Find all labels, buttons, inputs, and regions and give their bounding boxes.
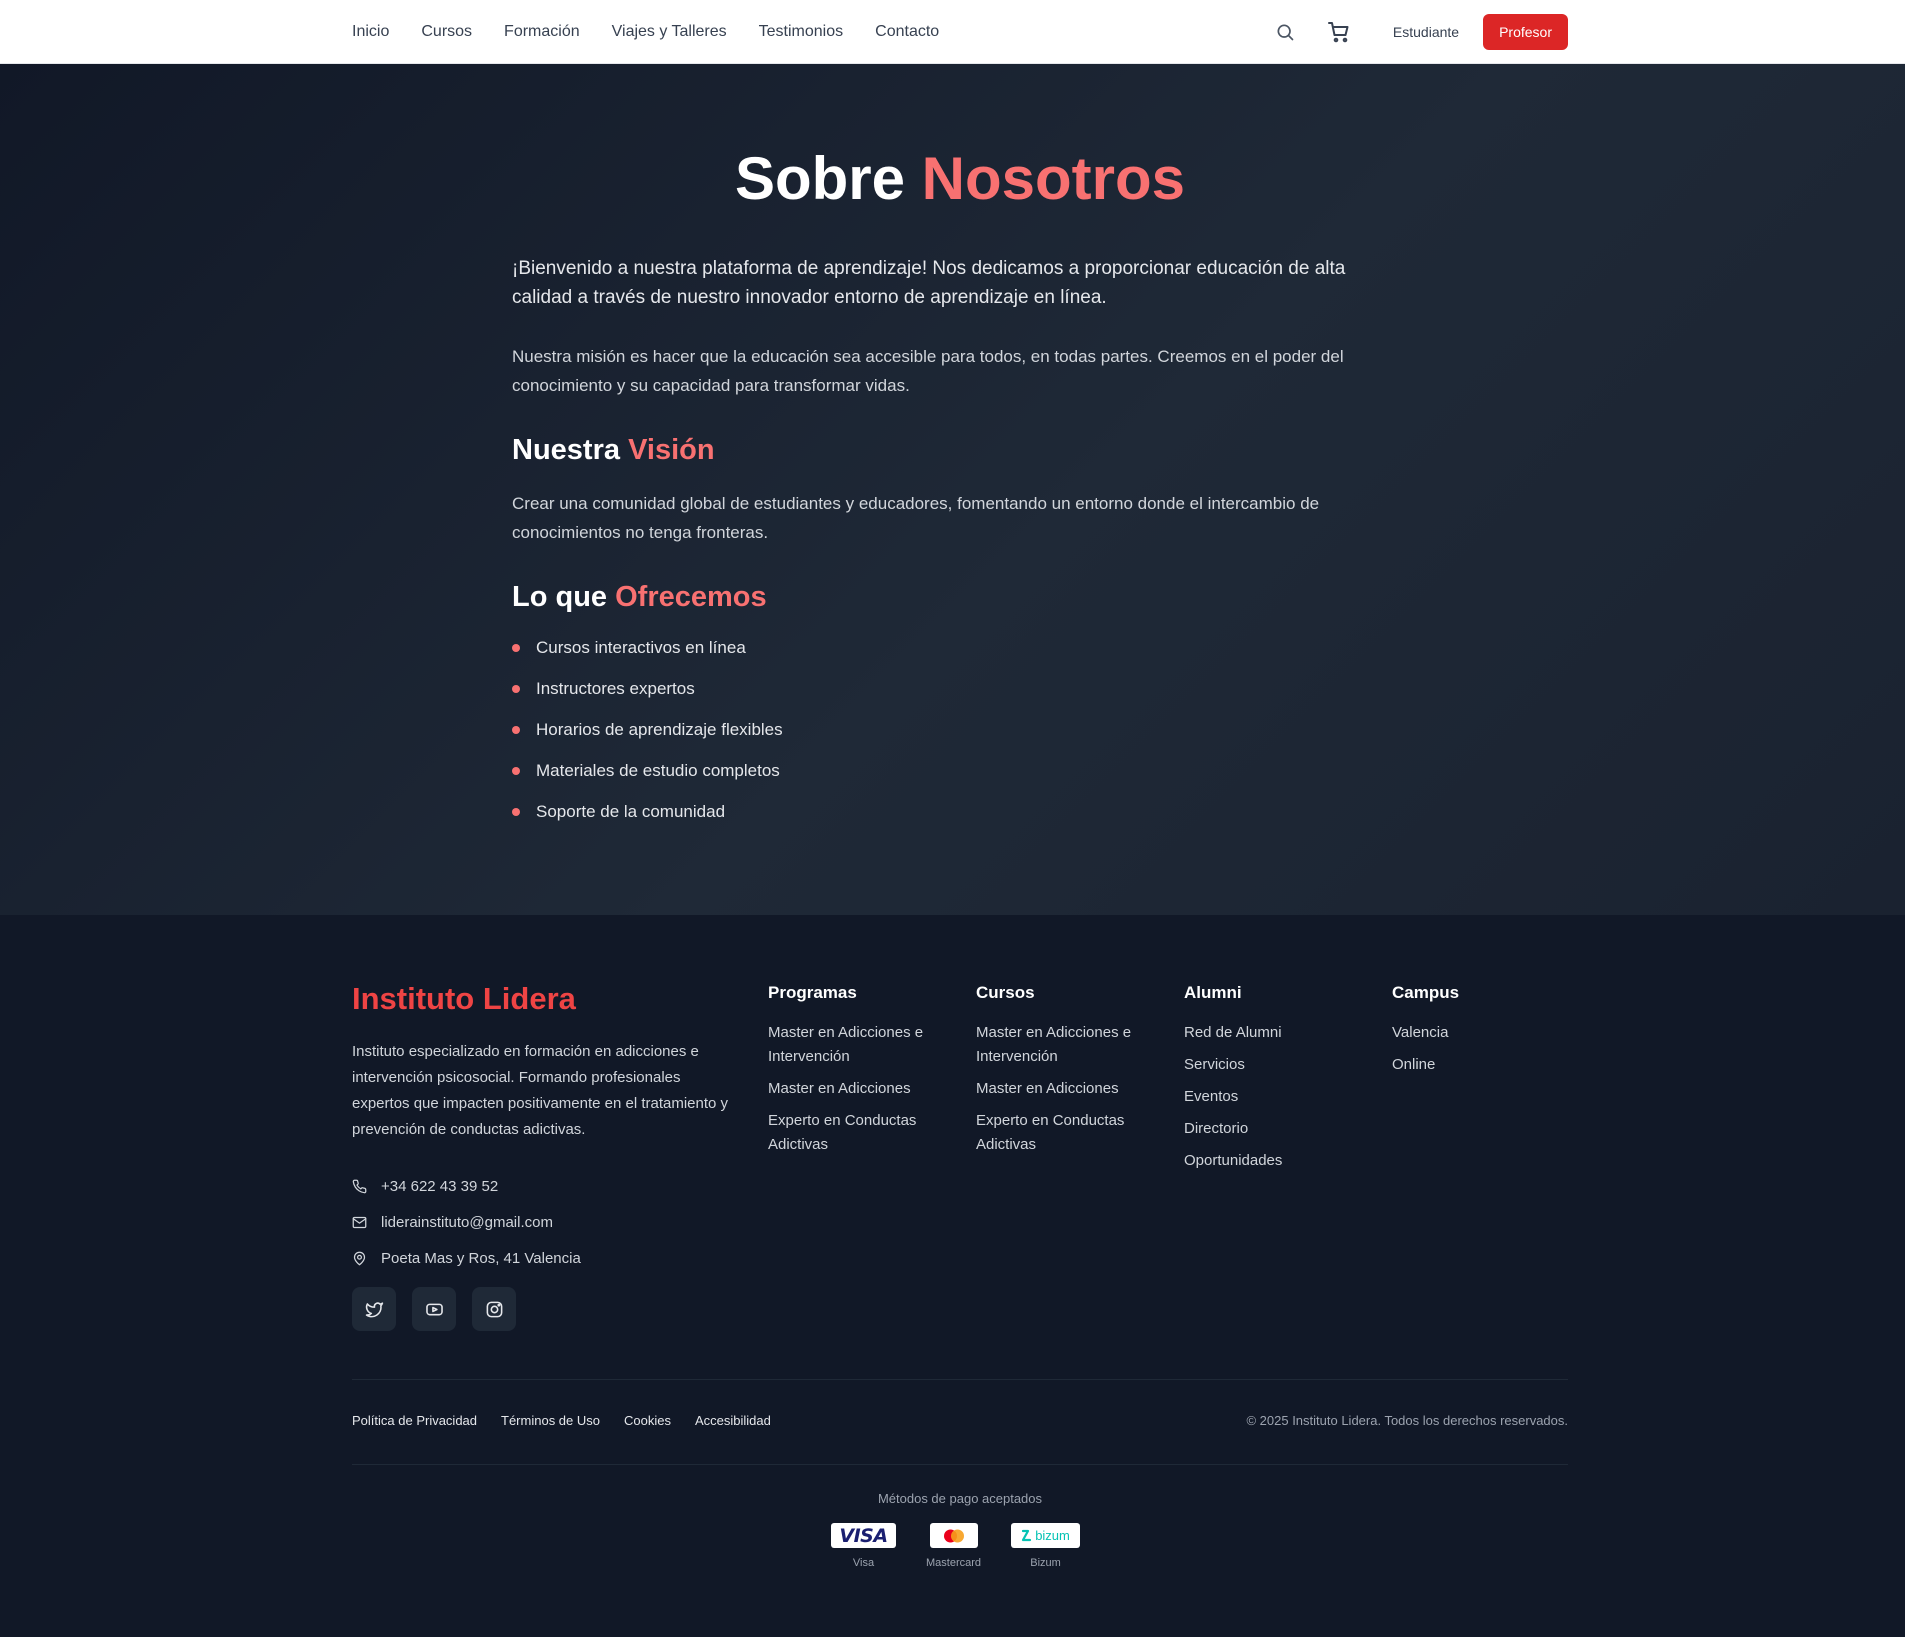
footer-link[interactable]: Master en Adicciones e Intervención	[976, 1021, 1156, 1069]
list-item: Soporte de la comunidad	[512, 800, 1392, 841]
twitter-icon[interactable]	[352, 1287, 396, 1331]
bizum-logo-icon: bizum	[1011, 1523, 1081, 1548]
contact-phone[interactable]: +34 622 43 39 52	[352, 1168, 581, 1204]
footer-divider	[352, 1379, 1568, 1380]
nav-viajes-talleres[interactable]: Viajes y Talleres	[612, 23, 727, 41]
payments-title: Métodos de pago aceptados	[877, 1491, 1043, 1506]
phone-icon	[352, 1179, 367, 1193]
accessibility-link[interactable]: Accesibilidad	[695, 1413, 771, 1428]
nav-formacion[interactable]: Formación	[504, 23, 580, 41]
about-content: ¡Bienvenido a nuestra plataforma de apre…	[512, 254, 1392, 841]
phone-text: +34 622 43 39 52	[381, 1177, 499, 1195]
mail-icon	[352, 1216, 367, 1228]
page-title: Sobre Nosotros	[0, 144, 1905, 213]
nav-cursos[interactable]: Cursos	[421, 23, 472, 41]
list-item: Horarios de aprendizaje flexibles	[512, 718, 1392, 759]
page-title-part2: Nosotros	[921, 145, 1186, 212]
footer-col-programas: Programas Master en Adicciones e Interve…	[768, 983, 948, 1165]
footer-description: Instituto especializado en formación en …	[352, 1043, 729, 1138]
contact-address: Poeta Mas y Ros, 41 Valencia	[352, 1240, 581, 1276]
payment-label: Visa	[852, 1557, 875, 1569]
footer-col-title: Programas	[768, 983, 857, 1002]
footer-col-alumni: Alumni Red de Alumni Servicios Eventos D…	[1184, 983, 1364, 1181]
footer-link[interactable]: Experto en Conductas Adictivas	[768, 1109, 948, 1157]
social-links	[352, 1287, 516, 1331]
offer-list: Cursos interactivos en línea Instructore…	[512, 636, 1392, 841]
footer-col-title: Alumni	[1184, 983, 1242, 1002]
footer-link[interactable]: Red de Alumni	[1184, 1021, 1364, 1045]
footer-link[interactable]: Servicios	[1184, 1053, 1364, 1077]
footer-col-title: Cursos	[976, 983, 1035, 1002]
footer: Instituto Lidera Instituto especializado…	[0, 915, 1905, 1637]
visa-logo-icon: VISA	[831, 1523, 896, 1548]
teacher-button[interactable]: Profesor	[1483, 14, 1568, 50]
offer-heading-part2: Ofrecemos	[615, 581, 767, 613]
list-item: Materiales de estudio completos	[512, 759, 1392, 800]
vision-heading: Nuestra Visión	[512, 434, 1392, 467]
copyright: © 2025 Instituto Lidera. Todos los derec…	[1246, 1413, 1568, 1428]
payment-visa: VISA Visa	[831, 1523, 896, 1569]
payment-label: Mastercard	[926, 1557, 982, 1569]
about-section: Sobre Nosotros ¡Bienvenido a nuestra pla…	[0, 64, 1905, 915]
list-item: Instructores expertos	[512, 677, 1392, 718]
list-item: Cursos interactivos en línea	[512, 636, 1392, 677]
footer-link[interactable]: Directorio	[1184, 1117, 1364, 1141]
footer-link[interactable]: Master en Adicciones	[976, 1077, 1156, 1101]
nav-inicio[interactable]: Inicio	[352, 23, 389, 41]
footer-link[interactable]: Online	[1392, 1053, 1572, 1077]
address-text: Poeta Mas y Ros, 41 Valencia	[381, 1249, 581, 1267]
map-pin-icon	[353, 1251, 366, 1265]
footer-brand: Instituto Lidera	[352, 981, 576, 1016]
footer-link[interactable]: Master en Adicciones	[768, 1077, 948, 1101]
privacy-link[interactable]: Política de Privacidad	[352, 1413, 477, 1428]
top-navbar: Inicio Cursos Formación Viajes y Tallere…	[0, 0, 1905, 64]
payment-methods: VISA Visa Mastercard bizum Bizum	[831, 1523, 1081, 1569]
terms-link[interactable]: Términos de Uso	[501, 1413, 600, 1428]
payment-mastercard: Mastercard	[926, 1523, 981, 1569]
instagram-icon[interactable]	[472, 1287, 516, 1331]
payment-bizum: bizum Bizum	[1011, 1523, 1081, 1569]
cookies-link[interactable]: Cookies	[624, 1413, 671, 1428]
page-title-part1: Sobre	[734, 145, 905, 212]
nav-contacto[interactable]: Contacto	[875, 23, 939, 41]
mission-text: Nuestra misión es hacer que la educación…	[512, 347, 1344, 395]
footer-divider	[352, 1464, 1568, 1465]
footer-col-cursos: Cursos Master en Adicciones e Intervenci…	[976, 983, 1156, 1165]
intro-text: ¡Bienvenido a nuestra plataforma de apre…	[512, 258, 1346, 308]
footer-link[interactable]: Oportunidades	[1184, 1149, 1364, 1173]
vision-text: Crear una comunidad global de estudiante…	[512, 494, 1320, 542]
header-actions: Estudiante Profesor	[1271, 0, 1568, 64]
vision-heading-part2: Visión	[628, 434, 715, 466]
footer-col-campus: Campus Valencia Online	[1392, 983, 1572, 1085]
contact-info: +34 622 43 39 52 liderainstituto@gmail.c…	[352, 1168, 581, 1276]
student-button[interactable]: Estudiante	[1393, 24, 1459, 40]
payment-label: Bizum	[1030, 1557, 1061, 1569]
youtube-icon[interactable]	[412, 1287, 456, 1331]
offer-heading: Lo que Ofrecemos	[512, 581, 1392, 614]
offer-heading-part1: Lo que	[512, 581, 608, 613]
footer-link[interactable]: Eventos	[1184, 1085, 1364, 1109]
search-icon[interactable]	[1271, 18, 1299, 46]
footer-link[interactable]: Experto en Conductas Adictivas	[976, 1109, 1156, 1157]
nav-testimonios[interactable]: Testimonios	[759, 23, 843, 41]
footer-link[interactable]: Master en Adicciones e Intervención	[768, 1021, 948, 1069]
mastercard-logo-icon	[929, 1523, 978, 1548]
cart-icon[interactable]	[1325, 18, 1353, 46]
footer-col-title: Campus	[1392, 983, 1460, 1002]
footer-link[interactable]: Valencia	[1392, 1021, 1572, 1045]
main-nav: Inicio Cursos Formación Viajes y Tallere…	[352, 0, 939, 64]
legal-links: Política de Privacidad Términos de Uso C…	[352, 1413, 771, 1428]
email-text: liderainstituto@gmail.com	[381, 1213, 553, 1231]
contact-email[interactable]: liderainstituto@gmail.com	[352, 1204, 581, 1240]
vision-heading-part1: Nuestra	[512, 434, 620, 466]
